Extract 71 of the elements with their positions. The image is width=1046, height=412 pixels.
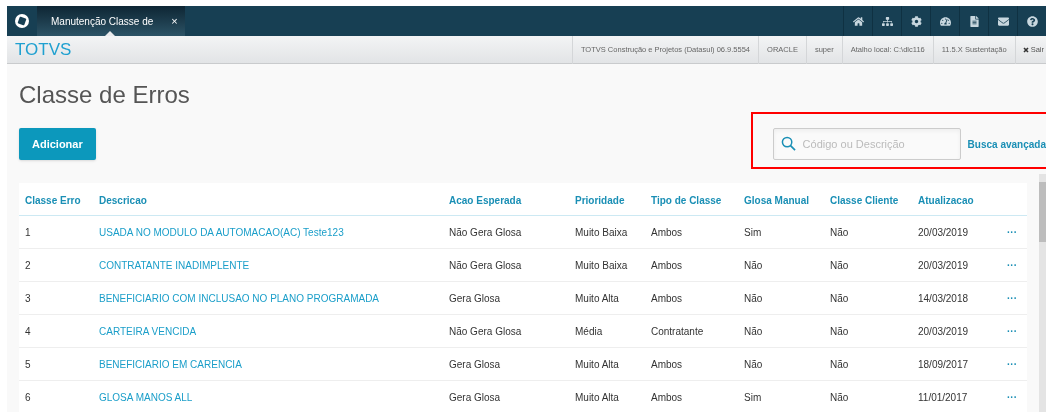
- search-icon: [780, 136, 796, 151]
- table-cell: Muito Alta: [575, 292, 619, 304]
- column-header[interactable]: Classe Cliente: [830, 195, 899, 206]
- table-cell: 3: [25, 292, 31, 304]
- table-cell: 2: [25, 259, 31, 271]
- table-cell: Não: [744, 292, 763, 304]
- advanced-search-link[interactable]: Busca avançada: [967, 136, 1046, 152]
- table-cell: Não: [830, 292, 849, 304]
- table-cell: 20/03/2019: [918, 259, 969, 271]
- column-header[interactable]: Classe Erro: [25, 195, 81, 206]
- column-header[interactable]: Tipo de Classe: [651, 195, 722, 206]
- row-actions-button[interactable]: ···: [1007, 389, 1017, 405]
- table-cell: Não Gera Glosa: [449, 259, 522, 271]
- table-cell: Sim: [744, 226, 762, 238]
- table-cell: 4: [25, 325, 31, 337]
- table-cell: Muito Baixa: [575, 259, 628, 271]
- column-header[interactable]: Glosa Manual: [744, 195, 809, 206]
- table-cell: Muito Alta: [575, 391, 619, 403]
- table-cell: 5: [25, 358, 31, 370]
- column-header[interactable]: Acao Esperada: [449, 195, 522, 206]
- row-actions-button[interactable]: ···: [1007, 290, 1017, 306]
- table-cell: Não: [830, 358, 849, 370]
- table-cell: Não: [744, 259, 763, 271]
- tab[interactable]: Manutenção Classe de ×: [37, 6, 185, 36]
- row-actions-button[interactable]: ···: [1007, 257, 1017, 273]
- table-cell: 6: [25, 391, 31, 403]
- row-actions-button[interactable]: ···: [1007, 356, 1017, 372]
- column-header[interactable]: Atualizacao: [918, 195, 974, 206]
- table-cell: Sim: [744, 391, 762, 403]
- table-cell: 20/03/2019: [918, 226, 969, 238]
- description-link[interactable]: USADA NO MODULO DA AUTOMACAO(AC) Teste123: [99, 226, 344, 238]
- table-cell: Muito Alta: [575, 358, 619, 370]
- close-icon[interactable]: ×: [171, 12, 178, 30]
- table-cell: Muito Baixa: [575, 226, 628, 238]
- add-button[interactable]: Adicionar: [19, 128, 96, 160]
- row-actions-button[interactable]: ···: [1007, 323, 1017, 339]
- table-cell: Não Gera Glosa: [449, 325, 522, 337]
- table-cell: 11/01/2017: [918, 391, 968, 403]
- table-cell: Ambos: [651, 358, 683, 370]
- table-cell: Ambos: [651, 391, 683, 403]
- table-cell: Ambos: [651, 226, 683, 238]
- table-cell: 1: [25, 226, 31, 238]
- table-cell: Gera Glosa: [449, 358, 501, 370]
- brand-logo: TOTVS: [14, 38, 72, 61]
- table-cell: Gera Glosa: [449, 292, 501, 304]
- table-cell: Não: [830, 325, 849, 337]
- table-cell: Gera Glosa: [449, 391, 501, 403]
- close-icon: [1022, 46, 1029, 53]
- page-title: Classe de Erros: [19, 80, 191, 110]
- row-actions-button[interactable]: ···: [1007, 224, 1017, 240]
- table-cell: Contratante: [651, 325, 704, 337]
- table-cell: Não: [744, 358, 763, 370]
- table-cell: 14/03/2018: [918, 292, 969, 304]
- search-field[interactable]: Código ou Descrição: [772, 128, 961, 160]
- description-link[interactable]: CARTEIRA VENCIDA: [99, 325, 197, 337]
- table-cell: Ambos: [651, 292, 683, 304]
- column-header[interactable]: Descricao: [99, 195, 147, 206]
- description-link[interactable]: GLOSA MANOS ALL: [99, 391, 193, 403]
- table-cell: Não Gera Glosa: [449, 226, 522, 238]
- table-cell: 20/03/2019: [918, 325, 969, 337]
- table-cell: Não: [744, 325, 763, 337]
- description-link[interactable]: BENEFICIARIO EM CARENCIA: [99, 358, 242, 370]
- table-cell: Não: [830, 259, 849, 271]
- description-link[interactable]: BENEFICIARIO COM INCLUSAO NO PLANO PROGRAMADA: [99, 292, 380, 304]
- table-cell: Não: [830, 226, 849, 238]
- description-link[interactable]: CONTRATANTE INADIMPLENTE: [99, 259, 250, 271]
- table-cell: 18/09/2017: [918, 358, 969, 370]
- column-header[interactable]: Prioridade: [575, 195, 625, 206]
- table-cell: Não: [830, 391, 849, 403]
- table-cell: Ambos: [651, 259, 683, 271]
- table-cell: Média: [575, 325, 603, 337]
